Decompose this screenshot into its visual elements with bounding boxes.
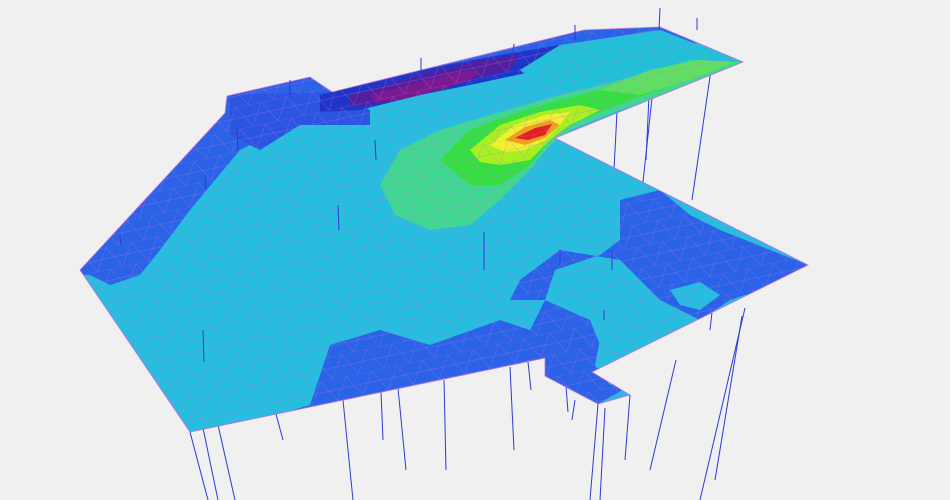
column-line [714, 315, 743, 481]
column-line [397, 387, 407, 471]
column-line [624, 394, 631, 461]
column-line [613, 111, 618, 171]
column-line [509, 366, 515, 451]
column-line [599, 407, 606, 500]
column-line [527, 361, 532, 391]
slab-contour-fill [80, 27, 808, 432]
column-line [571, 399, 576, 421]
column-line [189, 431, 209, 500]
column-line [691, 69, 712, 201]
3d-model-viewport[interactable] [0, 0, 950, 500]
column-line [217, 424, 236, 500]
column-line [275, 413, 284, 441]
column-line [589, 403, 599, 500]
column-line [380, 391, 384, 441]
column-line [649, 359, 677, 471]
slab-contour-canvas [79, 7, 809, 500]
column-line [342, 399, 354, 500]
column-line [443, 379, 447, 471]
